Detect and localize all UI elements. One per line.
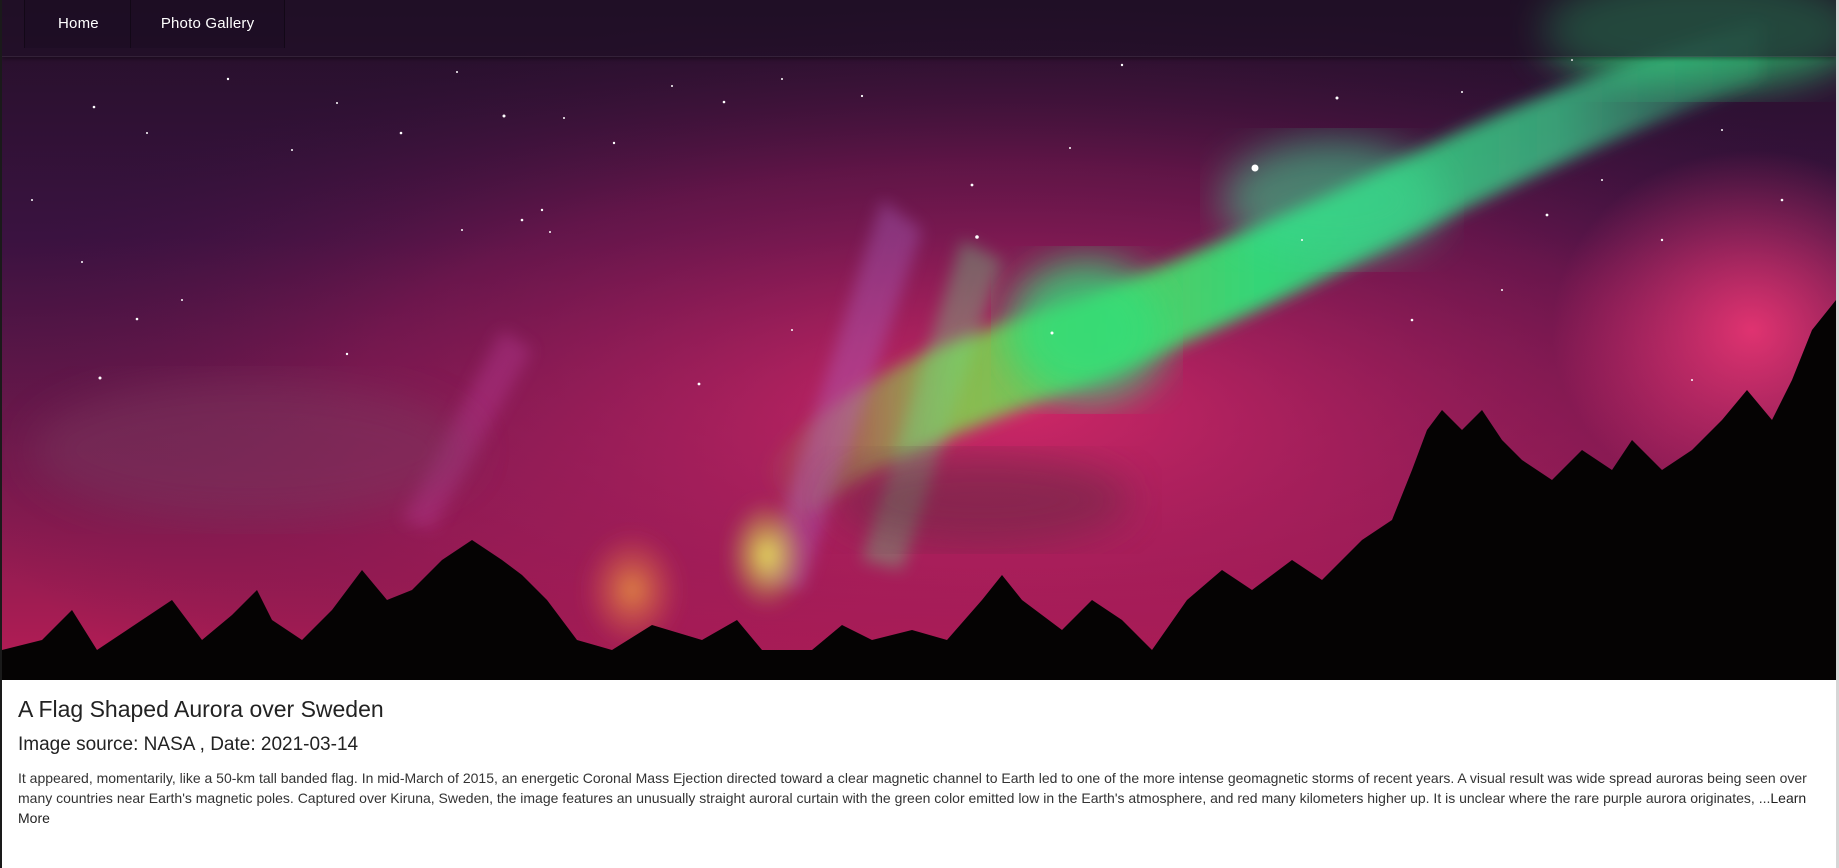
top-navigation-bar: Home Photo Gallery — [2, 0, 1836, 57]
aurora-photo — [2, 0, 1836, 680]
nav-photo-gallery-link[interactable]: Photo Gallery — [130, 0, 286, 48]
left-border — [0, 0, 2, 868]
description-text: It appeared, momentarily, like a 50-km t… — [18, 770, 1807, 806]
photo-description: It appeared, momentarily, like a 50-km t… — [18, 768, 1826, 828]
photo-title: A Flag Shaped Aurora over Sweden — [18, 696, 384, 722]
nav-menu: Home Photo Gallery — [24, 0, 286, 48]
photo-details-card: A Flag Shaped Aurora over Sweden Image s… — [2, 680, 1836, 868]
page: Home Photo Gallery A Flag Shaped Aurora … — [0, 0, 1839, 868]
photo-source-date: Image source: NASA , Date: 2021-03-14 — [18, 734, 359, 755]
hero-image — [2, 0, 1836, 680]
nav-home-link[interactable]: Home — [24, 0, 131, 48]
